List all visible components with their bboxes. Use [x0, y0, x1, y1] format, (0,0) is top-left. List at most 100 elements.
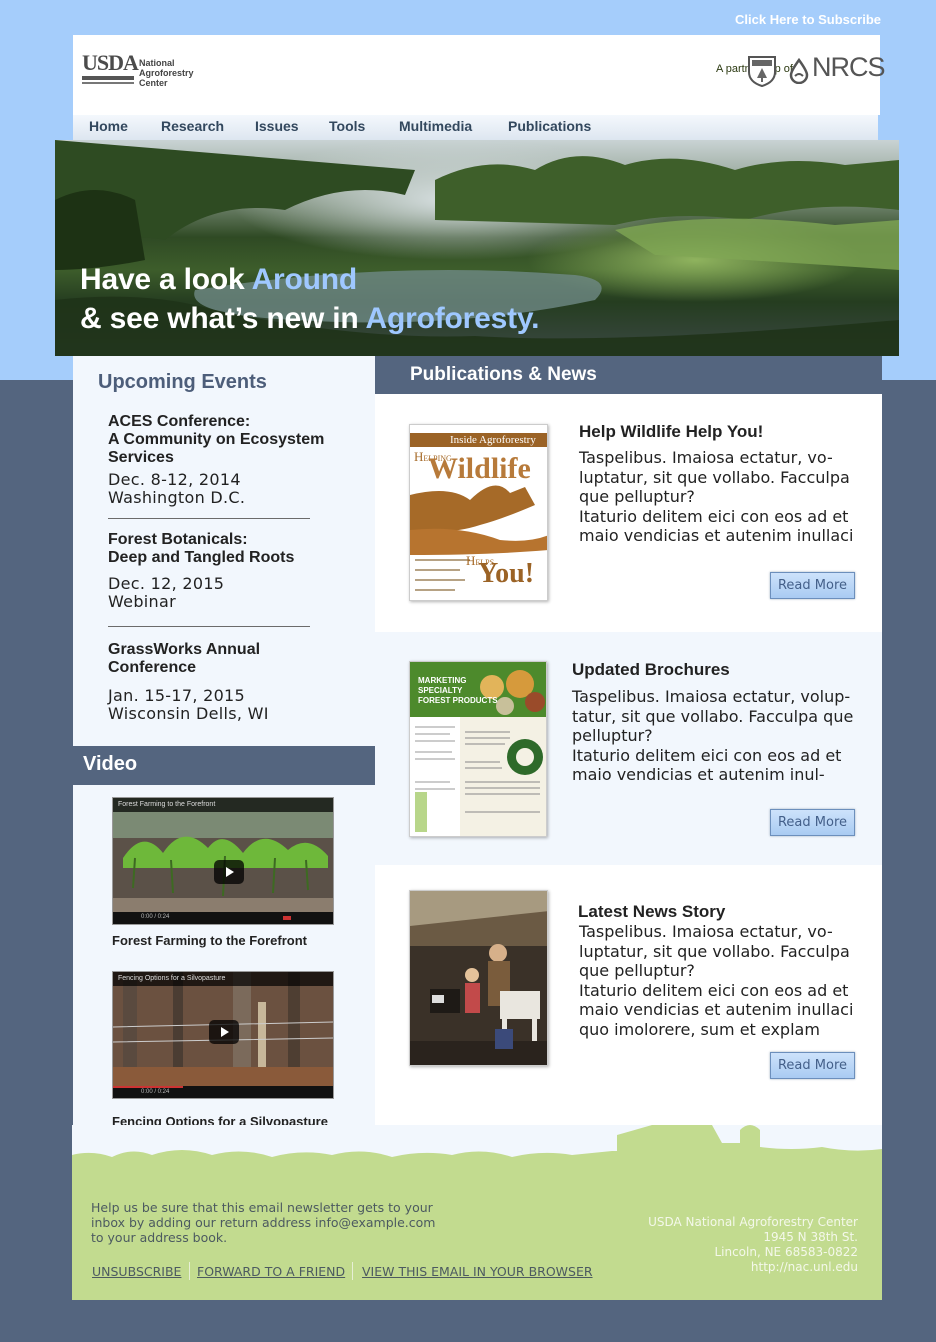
event-name-line: ACES Conference: [108, 413, 251, 430]
brochure-cover-line: MARKETING [418, 676, 467, 685]
farm-silhouette [72, 1125, 882, 1175]
read-more-button[interactable]: Read More [770, 809, 855, 836]
brochure-cover-title: MARKETING SPECIALTY FOREST PRODUCTS [418, 676, 498, 706]
video-player[interactable]: Fencing Options for a Silvopasture 0:00 … [112, 971, 334, 1099]
footer-website-link[interactable]: http://nac.unl.edu [751, 1260, 858, 1274]
nrcs-logo[interactable]: NRCS [812, 52, 886, 83]
event-place: Wisconsin Dells, WI [108, 704, 269, 723]
play-icon[interactable] [209, 1020, 239, 1044]
footer-address-line: Lincoln, NE 68583-0822 [714, 1245, 858, 1259]
event-date: Dec. 12, 2015 Webinar [108, 575, 224, 611]
footer-note-line: to your address book. [91, 1230, 228, 1245]
card-body-line: Taspelibus. Imaiosa ectatur, vo- [579, 922, 833, 941]
forward-to-friend-link[interactable]: FORWARD TO A FRIEND [197, 1264, 345, 1279]
nav-item-research[interactable]: Research [161, 118, 224, 134]
event-date: Dec. 8-12, 2014 Washington D.C. [108, 471, 245, 507]
play-icon[interactable] [214, 860, 244, 884]
video-player[interactable]: Forest Farming to the Forefront 0:00 / 0… [112, 797, 334, 925]
event-name-line: Conference [108, 659, 197, 676]
footer-note: Help us be sure that this email newslett… [91, 1200, 441, 1245]
footer-note-line: Help us be sure that this email newslett… [91, 1200, 433, 1215]
event-name-line: A Community on Ecosystem [108, 431, 325, 448]
card-body-line: luptatur, sit que vollabo. Facculpa [579, 467, 850, 487]
cover-letter: H [414, 449, 424, 464]
event-name-line: Deep and Tangled Roots [108, 549, 295, 566]
usda-wordmark: USDA [82, 50, 139, 75]
footer-address-line: USDA National Agroforestry Center [648, 1215, 858, 1229]
video-time: 0:00 / 0:24 [141, 914, 170, 920]
card-title[interactable]: Updated Brochures [572, 660, 730, 680]
video-overlay-title: Fencing Options for a Silvopasture [118, 975, 226, 982]
footer-address-line: 1945 N 38th St. [763, 1230, 858, 1244]
hero-text: Have a look [80, 263, 252, 296]
hero-headline-line1: Have a look Around [80, 263, 357, 297]
footer-note-line: inbox by adding our return address info@… [91, 1215, 436, 1230]
nav-item-tools[interactable]: Tools [329, 118, 365, 134]
event-name-line: GrassWorks Annual [108, 641, 261, 658]
footer-address: USDA National Agroforestry Center 1945 N… [648, 1215, 858, 1275]
video-caption[interactable]: Forest Farming to the Forefront [112, 933, 307, 948]
forest-service-shield-icon[interactable] [745, 54, 779, 88]
farm-calves-photo [410, 891, 547, 1065]
hd-icon[interactable] [283, 916, 291, 920]
news-story-photo[interactable] [409, 890, 548, 1066]
video-controls[interactable]: 0:00 / 0:24 [113, 1086, 333, 1098]
card-body-line: maio vendicias et autenim inullaci [579, 1000, 854, 1019]
video-time: 0:00 / 0:24 [141, 1089, 170, 1095]
card-body-line: que pelluptur? [579, 961, 695, 980]
card-body-line: quo imolorere, sum et explam [579, 1019, 820, 1039]
wildlife-newsletter-cover[interactable]: Inside Agroforestry HELPING Wildlife HEL… [409, 424, 548, 601]
card-title[interactable]: Help Wildlife Help You! [579, 422, 763, 442]
event-name[interactable]: Forest Botanicals: Deep and Tangled Root… [108, 531, 294, 567]
card-body-line: Itaturio delitem eici con eos ad et [579, 980, 849, 1000]
nav-item-home[interactable]: Home [89, 118, 128, 134]
footer-divider [352, 1262, 353, 1280]
event-name[interactable]: ACES Conference: A Community on Ecosyste… [108, 413, 324, 467]
nav-item-publications[interactable]: Publications [508, 118, 591, 134]
event-name-line: Forest Botanicals: [108, 531, 248, 548]
event-date-text: Dec. 12, 2015 [108, 574, 225, 593]
card-body-line: pelluptur? [572, 726, 653, 745]
hero-headline-line2: & see what’s new in Agroforesty. [80, 302, 539, 336]
card-body-line: que pelluptur? [579, 487, 695, 506]
subscribe-link[interactable]: Click Here to Subscribe [735, 12, 881, 27]
read-more-button[interactable]: Read More [770, 1052, 855, 1079]
hero-text: & see what’s new in [80, 302, 366, 335]
center-name-line: National [139, 58, 175, 68]
card-title[interactable]: Latest News Story [578, 902, 725, 922]
cover-you: You! [478, 558, 535, 589]
card-body: Taspelibus. Imaiosa ectatur, volup- tatu… [572, 687, 853, 785]
cover-masthead: Inside Agroforestry [450, 434, 536, 446]
nav-item-issues[interactable]: Issues [255, 118, 299, 134]
cover-wildlife: Wildlife [428, 452, 531, 485]
usda-logo[interactable]: USDA National Agroforestry Center [82, 50, 207, 90]
center-name: National Agroforestry Center [139, 58, 209, 88]
usda-logo-stripe [82, 82, 134, 84]
video-controls[interactable]: 0:00 / 0:24 [113, 912, 333, 924]
center-name-line: Center [139, 78, 168, 88]
event-name[interactable]: GrassWorks Annual Conference [108, 641, 260, 677]
card-body-line: luptatur, sit que vollabo. Facculpa [579, 941, 850, 961]
video-title-bar: Forest Farming to the Forefront [113, 798, 333, 812]
card-body-line: maio vendicias et autenim inullaci [579, 526, 854, 545]
nav-item-multimedia[interactable]: Multimedia [399, 118, 472, 134]
read-more-button[interactable]: Read More [770, 572, 855, 599]
publications-title: Publications & News [410, 364, 597, 385]
view-in-browser-link[interactable]: VIEW THIS EMAIL IN YOUR BROWSER [362, 1264, 593, 1279]
video-progress[interactable] [113, 1086, 183, 1088]
card-body-line: Taspelibus. Imaiosa ectatur, volup- [572, 687, 851, 706]
cover-letter: H [466, 553, 476, 568]
card-body-line: Taspelibus. Imaiosa ectatur, vo- [579, 448, 833, 467]
hero-accent-text: Agroforesty. [365, 302, 540, 335]
video-overlay-title: Forest Farming to the Forefront [118, 801, 216, 808]
card-body-line: Itaturio delitem eici con eos ad et [572, 745, 842, 765]
card-body: Taspelibus. Imaiosa ectatur, vo- luptatu… [579, 448, 853, 546]
usda-logo-stripe [82, 76, 134, 80]
brochure-cover[interactable]: MARKETING SPECIALTY FOREST PRODUCTS [409, 661, 547, 837]
event-divider [108, 626, 310, 627]
unsubscribe-link[interactable]: UNSUBSCRIBE [92, 1264, 181, 1279]
event-divider [108, 518, 310, 519]
hero-accent-text: Around [251, 263, 358, 296]
card-body-line: tatur, sit que vollabo. Facculpa que [572, 706, 854, 726]
event-date-text: Dec. 8-12, 2014 [108, 470, 241, 489]
